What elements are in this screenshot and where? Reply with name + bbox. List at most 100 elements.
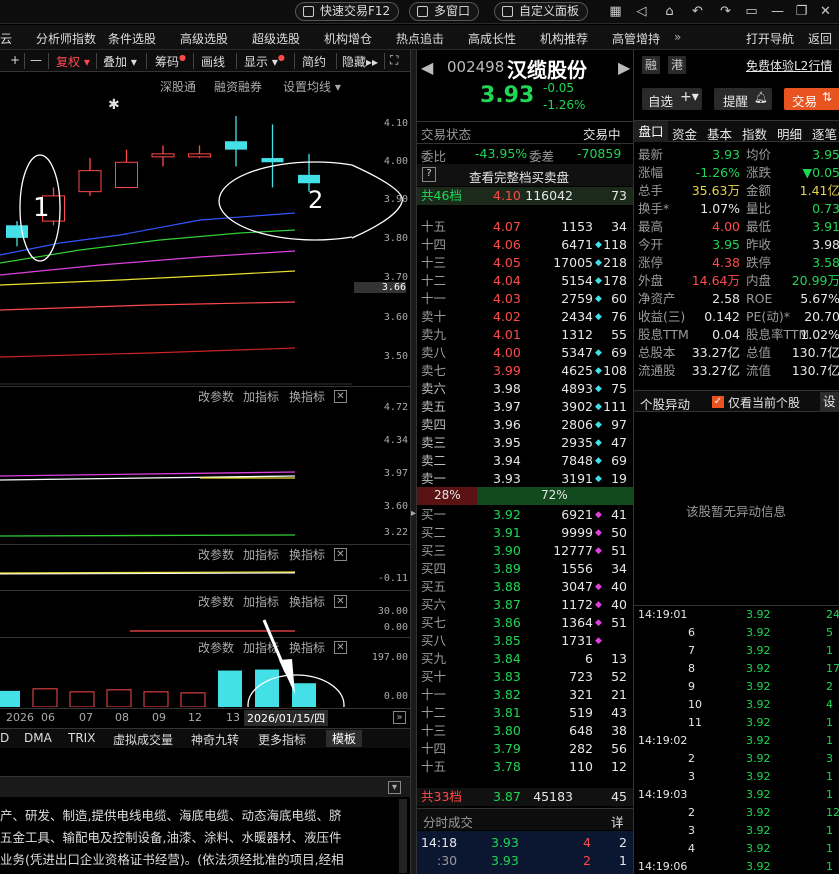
close-icon[interactable]: ✕ xyxy=(818,4,833,19)
tab-dma[interactable]: DMA xyxy=(24,731,52,745)
kline-chart[interactable]: ✱ 1 2 xyxy=(0,95,352,385)
setup-ma-dropdown[interactable]: 设置均线 ▾ xyxy=(283,78,341,95)
ask-row[interactable]: 十一 4.03 2759 ◆ 60 xyxy=(417,290,633,308)
switch-indicator-button[interactable]: 换指标 xyxy=(289,593,325,610)
bid-row[interactable]: 买八 3.85 1731 ◆ xyxy=(417,632,633,650)
shengang-tab[interactable]: 深股通 xyxy=(160,78,196,95)
grid-icon[interactable]: ▦ xyxy=(608,4,623,19)
menu-item-inst-add[interactable]: 机构增仓 xyxy=(324,30,372,47)
bid-row[interactable]: 买四 3.89 1556 34 xyxy=(417,560,633,578)
ask-row[interactable]: 十五 4.07 1153 34 xyxy=(417,218,633,236)
bid-row[interactable]: 十五 3.78 110 12 xyxy=(417,758,633,776)
tab-zhishu[interactable]: 指数 xyxy=(742,124,767,143)
menu-item-exec-add[interactable]: 高管增持 xyxy=(612,30,660,47)
scroll-right-icon[interactable]: » xyxy=(393,711,406,724)
next-stock-icon[interactable]: ▶ xyxy=(618,58,630,77)
panel-divider[interactable]: ▸ xyxy=(410,50,417,874)
close-panel-icon[interactable]: ✕ xyxy=(334,641,347,654)
tixing-button[interactable]: 提醒 🔔︎ xyxy=(714,88,772,110)
quick-trade-button[interactable]: 快速交易F12 xyxy=(295,2,400,21)
fullscreen-icon[interactable]: ⛶ xyxy=(390,53,398,68)
edit-params-button[interactable]: 改参数 xyxy=(198,593,234,610)
help-icon[interactable]: ? xyxy=(422,167,436,182)
l2-trial-link[interactable]: 免费体验L2行情 xyxy=(746,57,832,74)
huaxian-button[interactable]: 画线 xyxy=(201,53,225,70)
ask-row[interactable]: 卖七 3.99 4625 ◆ 108 xyxy=(417,362,633,380)
multi-window-button[interactable]: 多窗口 xyxy=(409,2,480,21)
collapse-icon[interactable]: ▾ xyxy=(388,781,401,794)
ask-row[interactable]: 卖二 3.94 7848 ◆ 69 xyxy=(417,452,633,470)
ask-row[interactable]: 卖九 4.01 1312 55 xyxy=(417,326,633,344)
anomaly-setting-button[interactable]: 设 xyxy=(820,392,839,412)
ask-row[interactable]: 卖八 4.00 5347 ◆ 69 xyxy=(417,344,633,362)
redo-icon[interactable]: ↷ xyxy=(718,4,733,19)
bid-row[interactable]: 十一 3.82 321 21 xyxy=(417,686,633,704)
prev-stock-icon[interactable]: ◀ xyxy=(421,58,433,77)
menu-item-growth[interactable]: 高成长性 xyxy=(468,30,516,47)
rongzi-tab[interactable]: 融资融券 xyxy=(214,78,262,95)
menu-item-advanced[interactable]: 高级选股 xyxy=(180,30,228,47)
bid-row[interactable]: 买六 3.87 1172 ◆ 40 xyxy=(417,596,633,614)
ask-row[interactable]: 十四 4.06 6471 ◆ 118 xyxy=(417,236,633,254)
ask-row[interactable]: 卖六 3.98 4893 ◆ 75 xyxy=(417,380,633,398)
fuquan-dropdown[interactable]: 复权 ▾ xyxy=(56,53,90,70)
jiaoyi-button[interactable]: 交易 ⇅ xyxy=(784,88,839,110)
tab-virtual-volume[interactable]: 虚拟成交量 xyxy=(113,731,173,748)
bid-row[interactable]: 买五 3.88 3047 ◆ 40 xyxy=(417,578,633,596)
bid-row[interactable]: 十二 3.81 519 43 xyxy=(417,704,633,722)
close-panel-icon[interactable]: ✕ xyxy=(334,595,347,608)
menu-item-analyst[interactable]: 分析师指数 xyxy=(36,30,96,47)
add-indicator-button[interactable]: 加指标 xyxy=(243,593,279,610)
tab-more-indicators[interactable]: 更多指标 xyxy=(258,731,306,748)
tab-mingxi[interactable]: 明细 xyxy=(777,124,802,143)
tab-zhubi[interactable]: 逐笔 xyxy=(812,124,837,143)
restore-icon[interactable]: ❐ xyxy=(794,4,809,19)
diejia-dropdown[interactable]: 叠加 ▾ xyxy=(103,53,137,70)
minimize-window-icon[interactable]: ▭ xyxy=(744,4,759,19)
menu-item-super[interactable]: 超级选股 xyxy=(252,30,300,47)
back-arrow-icon[interactable]: ◁ xyxy=(634,4,649,19)
menu-item-condition[interactable]: 条件选股 xyxy=(108,30,156,47)
add-icon[interactable]: + xyxy=(10,53,20,67)
chouma-button[interactable]: 筹码● xyxy=(155,53,186,70)
edit-params-button[interactable]: 改参数 xyxy=(198,639,234,656)
ask-row[interactable]: 卖一 3.93 3191 ◆ 19 xyxy=(417,470,633,488)
menu-more-icon[interactable]: » xyxy=(674,30,681,44)
custom-panel-button[interactable]: 自定义面板 xyxy=(494,2,589,21)
switch-indicator-button[interactable]: 换指标 xyxy=(289,639,325,656)
back-button[interactable]: 返回 xyxy=(808,30,832,47)
bid-row[interactable]: 买九 3.84 6 13 xyxy=(417,650,633,668)
menu-item-inst-rec[interactable]: 机构推荐 xyxy=(540,30,588,47)
bid-row[interactable]: 买一 3.92 6921 ◆ 41 xyxy=(417,506,633,524)
zixuan-button[interactable]: 自选 +▾ xyxy=(642,88,702,110)
ask-row[interactable]: 卖五 3.97 3902 ◆ 111 xyxy=(417,398,633,416)
minus-icon[interactable]: — xyxy=(30,53,42,67)
xianshi-dropdown[interactable]: 显示 ▾● xyxy=(244,53,285,70)
bid-row[interactable]: 买七 3.86 1364 ◆ 51 xyxy=(417,614,633,632)
tab-zijin[interactable]: 资金 xyxy=(672,124,697,143)
tab-pankou[interactable]: 盘口 xyxy=(634,121,668,142)
bid-row[interactable]: 买二 3.91 9999 ◆ 50 xyxy=(417,524,633,542)
checkbox-icon[interactable]: ✓ xyxy=(712,396,724,408)
ask-row[interactable]: 卖三 3.95 2935 ◆ 47 xyxy=(417,434,633,452)
ask-row[interactable]: 十三 4.05 17005 ◆ 218 xyxy=(417,254,633,272)
ask-row[interactable]: 十二 4.04 5154 ◆ 178 xyxy=(417,272,633,290)
bid-row[interactable]: 买三 3.90 12777 ◆ 51 xyxy=(417,542,633,560)
bid-row[interactable]: 十四 3.79 282 56 xyxy=(417,740,633,758)
menu-item-cloud[interactable]: 云 xyxy=(0,30,12,47)
tab-jiben[interactable]: 基本 xyxy=(707,124,732,143)
home-icon[interactable]: ⌂ xyxy=(662,4,677,19)
open-nav-button[interactable]: 打开导航 xyxy=(746,30,794,47)
undo-icon[interactable]: ↶ xyxy=(690,4,705,19)
minimize-icon[interactable]: — xyxy=(770,4,785,19)
tab-magic-nine[interactable]: 神奇九转 xyxy=(191,731,239,748)
time-trades-detail-button[interactable]: 详 xyxy=(611,812,624,831)
bid-row[interactable]: 买十 3.83 723 52 xyxy=(417,668,633,686)
view-full-book-bar[interactable]: ? 查看完整档买卖盘 xyxy=(417,164,633,186)
tab-template[interactable]: 模板 xyxy=(326,730,363,747)
menu-item-hotspot[interactable]: 热点追击 xyxy=(396,30,444,47)
ask-row[interactable]: 卖四 3.96 2806 ◆ 97 xyxy=(417,416,633,434)
bid-row[interactable]: 十三 3.80 648 38 xyxy=(417,722,633,740)
add-indicator-button[interactable]: 加指标 xyxy=(243,639,279,656)
jianyue-button[interactable]: 简约 xyxy=(302,53,326,70)
